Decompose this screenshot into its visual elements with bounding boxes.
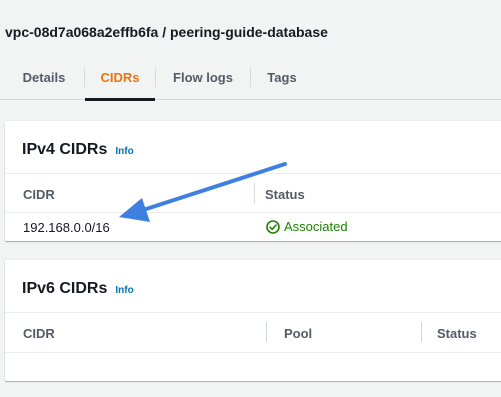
tab-tags[interactable]: Tags — [251, 54, 313, 100]
ipv6-panel-header: IPv6 CIDRs Info — [22, 280, 134, 298]
tab-bar: Details CIDRs Flow logs Tags — [0, 54, 501, 101]
tab-cidrs[interactable]: CIDRs — [85, 54, 155, 101]
column-header-cidr[interactable]: CIDR — [23, 187, 55, 202]
ipv4-cidrs-panel: IPv4 CIDRs Info CIDR Status 192.168.0.0/… — [5, 121, 501, 241]
divider — [5, 312, 501, 313]
tab-flow-logs[interactable]: Flow logs — [156, 54, 250, 100]
tab-details[interactable]: Details — [4, 54, 84, 100]
ipv4-info-link[interactable]: Info — [115, 146, 133, 157]
ipv4-panel-header: IPv4 CIDRs Info — [22, 141, 134, 159]
divider — [5, 212, 501, 213]
ipv6-cidrs-panel: IPv6 CIDRs Info CIDR Pool Status — [5, 260, 501, 381]
status-badge: Associated — [266, 219, 348, 234]
column-header-status[interactable]: Status — [437, 326, 477, 341]
ipv4-cidr-cell: 192.168.0.0/16 — [23, 220, 110, 235]
divider — [5, 352, 501, 353]
page-title: vpc-08d7a068a2effb6fa / peering-guide-da… — [5, 24, 328, 40]
ipv4-panel-title: IPv4 CIDRs — [22, 141, 108, 158]
column-separator — [266, 322, 267, 342]
status-text: Associated — [284, 219, 348, 234]
ipv6-info-link[interactable]: Info — [115, 285, 133, 296]
column-header-status[interactable]: Status — [265, 187, 305, 202]
column-header-pool[interactable]: Pool — [284, 326, 312, 341]
column-separator — [254, 183, 255, 203]
check-circle-icon — [266, 219, 280, 234]
ipv6-panel-title: IPv6 CIDRs — [22, 280, 108, 297]
column-separator — [421, 322, 422, 342]
divider — [5, 173, 501, 174]
column-header-cidr[interactable]: CIDR — [23, 326, 55, 341]
